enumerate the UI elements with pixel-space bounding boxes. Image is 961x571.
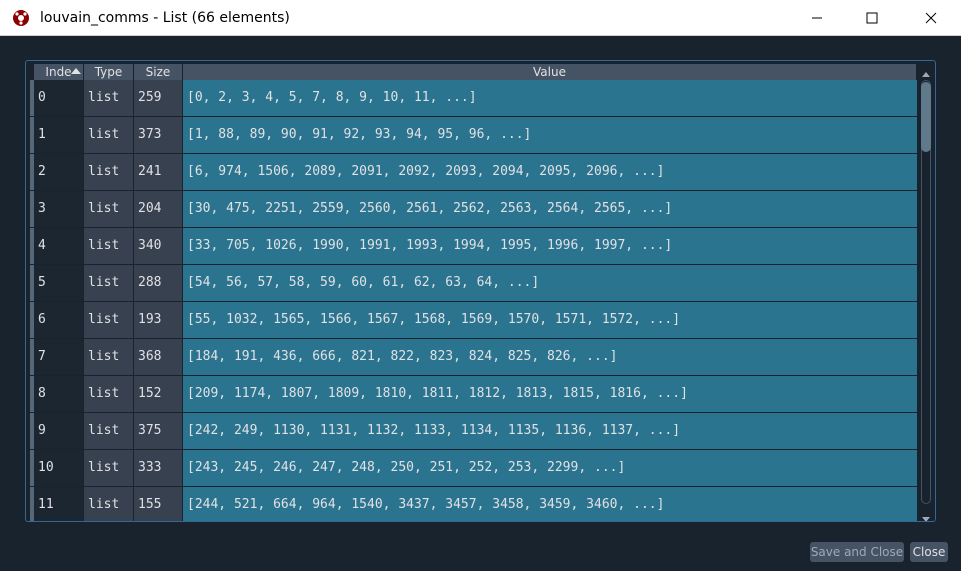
table-row[interactable]: 10 list 333 [243, 245, 246, 247, 248, 250, … <box>30 450 918 487</box>
scroll-thumb[interactable] <box>921 82 931 152</box>
size-cell[interactable]: 340 <box>134 228 183 264</box>
scroll-up-arrow-icon[interactable] <box>922 72 930 77</box>
title-bar: louvain_comms - List (66 elements) <box>0 0 961 36</box>
type-cell[interactable]: list <box>84 80 134 116</box>
table-row[interactable]: 1 list 373 [1, 88, 89, 90, 91, 92, 93, 94, … <box>30 117 918 154</box>
type-cell[interactable]: list <box>84 117 134 153</box>
index-cell[interactable]: 2 <box>34 154 84 190</box>
header-value[interactable]: Value <box>183 64 917 80</box>
type-cell[interactable]: list <box>84 265 134 301</box>
size-cell[interactable]: 333 <box>134 450 183 486</box>
table-row[interactable]: 3 list 204 [30, 475, 2251, 2559, 2560, 2561… <box>30 191 918 228</box>
header-index[interactable]: Inde <box>34 64 84 80</box>
table-row[interactable]: 2 list 241 [6, 974, 1506, 2089, 2091, 2092,… <box>30 154 918 191</box>
type-cell[interactable]: list <box>84 413 134 449</box>
type-cell[interactable]: list <box>84 154 134 190</box>
index-cell[interactable]: 6 <box>34 302 84 338</box>
size-cell[interactable]: 152 <box>134 376 183 412</box>
table-header: Inde Type Size Value <box>34 64 935 80</box>
save-and-close-button[interactable]: Save and Close <box>810 542 904 562</box>
index-cell[interactable]: 10 <box>34 450 84 486</box>
type-cell[interactable]: list <box>84 191 134 227</box>
sort-ascending-icon <box>71 68 81 74</box>
size-cell[interactable]: 241 <box>134 154 183 190</box>
header-size[interactable]: Size <box>134 64 183 80</box>
index-cell[interactable]: 11 <box>34 487 84 521</box>
value-cell[interactable]: [1, 88, 89, 90, 91, 92, 93, 94, 95, 96, … <box>183 117 918 153</box>
value-cell[interactable]: [33, 705, 1026, 1990, 1991, 1993, 1994, … <box>183 228 918 264</box>
scroll-down-arrow-icon[interactable] <box>922 517 930 521</box>
index-cell[interactable]: 4 <box>34 228 84 264</box>
size-cell[interactable]: 373 <box>134 117 183 153</box>
header-type-label: Type <box>94 65 123 79</box>
table-body: 0 list 259 [0, 2, 3, 4, 5, 7, 8, 9, 10, 11,… <box>30 80 918 521</box>
index-cell[interactable]: 3 <box>34 191 84 227</box>
header-value-label: Value <box>533 65 566 79</box>
minimize-button[interactable] <box>790 0 844 36</box>
close-button[interactable]: Close <box>910 542 948 562</box>
value-cell[interactable]: [6, 974, 1506, 2089, 2091, 2092, 2093, 2… <box>183 154 918 190</box>
window-title: louvain_comms - List (66 elements) <box>40 10 290 26</box>
index-cell[interactable]: 9 <box>34 413 84 449</box>
size-cell[interactable]: 288 <box>134 265 183 301</box>
spyder-app-icon <box>13 10 29 26</box>
table-row[interactable]: 11 list 155 [244, 521, 664, 964, 1540, 3437… <box>30 487 918 521</box>
value-cell[interactable]: [244, 521, 664, 964, 1540, 3437, 3457, 3… <box>183 487 918 521</box>
table-row[interactable]: 7 list 368 [184, 191, 436, 666, 821, 822, 8… <box>30 339 918 376</box>
value-cell[interactable]: [54, 56, 57, 58, 59, 60, 61, 62, 63, 64,… <box>183 265 918 301</box>
table-row[interactable]: 4 list 340 [33, 705, 1026, 1990, 1991, 1993… <box>30 228 918 265</box>
list-table: Inde Type Size Value 0 list 259 [0, 2, 3, 4… <box>25 60 936 522</box>
value-cell[interactable]: [30, 475, 2251, 2559, 2560, 2561, 2562, … <box>183 191 918 227</box>
header-index-label: Inde <box>45 65 72 79</box>
close-icon <box>925 12 937 24</box>
table-row[interactable]: 5 list 288 [54, 56, 57, 58, 59, 60, 61, 62,… <box>30 265 918 302</box>
size-cell[interactable]: 368 <box>134 339 183 375</box>
vertical-scrollbar[interactable] <box>919 72 933 521</box>
value-cell[interactable]: [0, 2, 3, 4, 5, 7, 8, 9, 10, 11, ...] <box>183 80 918 116</box>
maximize-button[interactable] <box>845 0 899 36</box>
table-row[interactable]: 0 list 259 [0, 2, 3, 4, 5, 7, 8, 9, 10, 11,… <box>30 80 918 117</box>
type-cell[interactable]: list <box>84 339 134 375</box>
size-cell[interactable]: 193 <box>134 302 183 338</box>
table-row[interactable]: 8 list 152 [209, 1174, 1807, 1809, 1810, 18… <box>30 376 918 413</box>
size-cell[interactable]: 375 <box>134 413 183 449</box>
minimize-icon <box>812 17 822 19</box>
type-cell[interactable]: list <box>84 302 134 338</box>
value-cell[interactable]: [243, 245, 246, 247, 248, 250, 251, 252,… <box>183 450 918 486</box>
index-cell[interactable]: 0 <box>34 80 84 116</box>
table-row[interactable]: 9 list 375 [242, 249, 1130, 1131, 1132, 113… <box>30 413 918 450</box>
type-cell[interactable]: list <box>84 487 134 521</box>
close-window-button[interactable] <box>904 0 958 36</box>
size-cell[interactable]: 259 <box>134 80 183 116</box>
size-cell[interactable]: 155 <box>134 487 183 521</box>
type-cell[interactable]: list <box>84 376 134 412</box>
value-cell[interactable]: [242, 249, 1130, 1131, 1132, 1133, 1134,… <box>183 413 918 449</box>
index-cell[interactable]: 1 <box>34 117 84 153</box>
table-row[interactable]: 6 list 193 [55, 1032, 1565, 1566, 1567, 156… <box>30 302 918 339</box>
index-cell[interactable]: 5 <box>34 265 84 301</box>
index-cell[interactable]: 7 <box>34 339 84 375</box>
value-cell[interactable]: [184, 191, 436, 666, 821, 822, 823, 824,… <box>183 339 918 375</box>
header-type[interactable]: Type <box>84 64 134 80</box>
index-cell[interactable]: 8 <box>34 376 84 412</box>
header-size-label: Size <box>145 65 171 79</box>
value-cell[interactable]: [209, 1174, 1807, 1809, 1810, 1811, 1812… <box>183 376 918 412</box>
maximize-icon <box>866 12 878 24</box>
size-cell[interactable]: 204 <box>134 191 183 227</box>
type-cell[interactable]: list <box>84 228 134 264</box>
type-cell[interactable]: list <box>84 450 134 486</box>
value-cell[interactable]: [55, 1032, 1565, 1566, 1567, 1568, 1569,… <box>183 302 918 338</box>
